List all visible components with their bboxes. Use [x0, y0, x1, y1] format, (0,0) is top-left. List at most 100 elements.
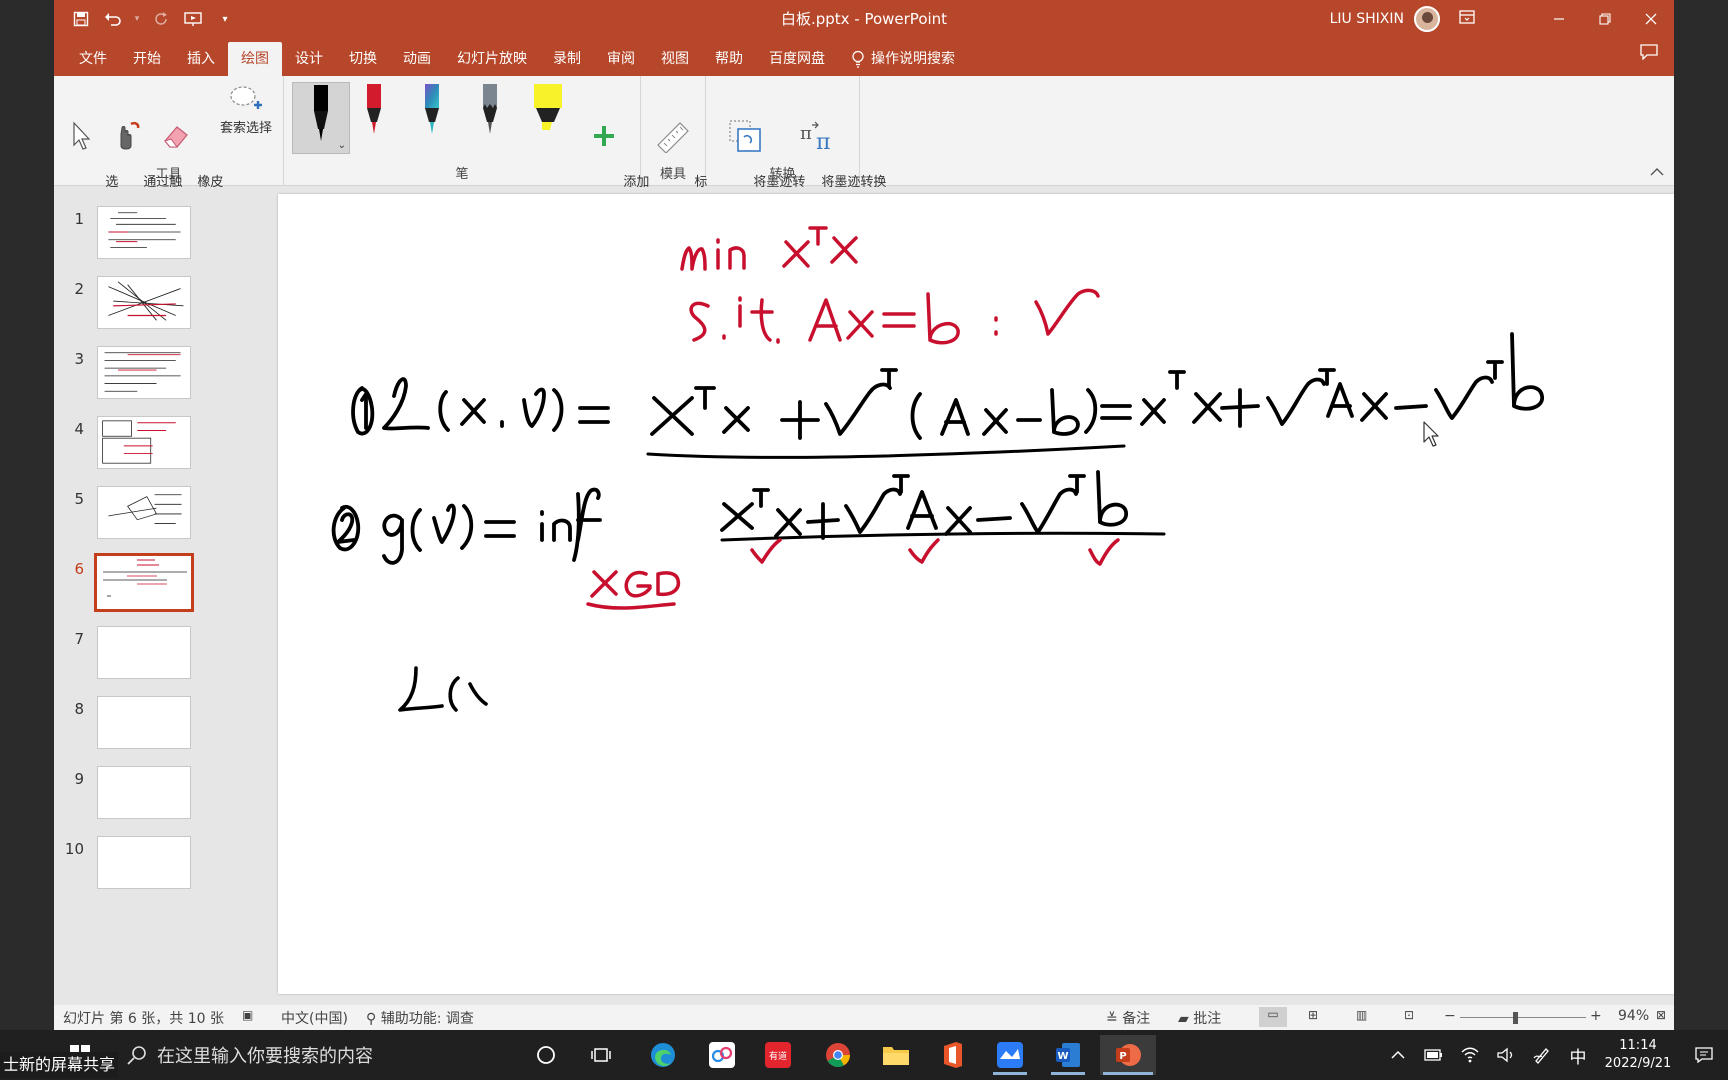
taskbar-powerpoint-active[interactable]: P: [1100, 1035, 1156, 1075]
tab-draw[interactable]: 绘图: [228, 42, 282, 76]
pen-options-chevron-icon[interactable]: ⌄: [338, 140, 346, 151]
battery-indicator[interactable]: [1416, 1048, 1452, 1062]
language-indicator[interactable]: 中文(中国): [281, 1008, 348, 1028]
avatar[interactable]: [1414, 6, 1440, 32]
tab-help[interactable]: 帮助: [702, 42, 756, 76]
normal-view-button[interactable]: ▭: [1259, 1007, 1287, 1027]
thumbnail-slide-4[interactable]: 4: [54, 414, 204, 484]
active-indicator: [1103, 1072, 1153, 1075]
taskbar-file-explorer[interactable]: [876, 1035, 916, 1075]
thumbnail-image: [97, 766, 191, 819]
thumbnail-slide-3[interactable]: 3: [54, 344, 204, 414]
speaker-icon: [1497, 1047, 1513, 1063]
accessibility-icon: ⚲: [366, 1011, 377, 1027]
ime-indicator[interactable]: 中: [1560, 1043, 1596, 1068]
tab-baidu-netdisk[interactable]: 百度网盘: [756, 42, 838, 76]
tab-record[interactable]: 录制: [540, 42, 594, 76]
thumbnail-image: [97, 626, 191, 679]
pen-gray[interactable]: [468, 82, 512, 148]
taskbar-chrome[interactable]: [818, 1035, 858, 1075]
thumbnail-slide-9[interactable]: 9: [54, 764, 204, 834]
zoom-in-button[interactable]: +: [1590, 1008, 1602, 1024]
user-name: LIU SHIXIN: [1329, 11, 1404, 27]
slide-sorter-view-button[interactable]: ⊞: [1308, 1008, 1318, 1022]
pen-workspace-icon: [1533, 1048, 1549, 1064]
slide-2-preview: [108, 281, 184, 321]
left-margin: [0, 0, 54, 1080]
thumbnail-slide-7[interactable]: 7: [54, 624, 204, 694]
slide-5-preview: [108, 494, 182, 524]
tab-animations[interactable]: 动画: [390, 42, 444, 76]
windows-taskbar: 在这里输入你要搜索的内容 有道 W P 中 11:14 2022/9/21: [0, 1030, 1728, 1080]
slide-3-preview: [104, 352, 181, 392]
lasso-select-button[interactable]: 套索选择: [214, 82, 278, 138]
taskbar-youdao[interactable]: 有道: [758, 1035, 798, 1075]
task-view-button[interactable]: [582, 1035, 622, 1075]
cortana-button[interactable]: [526, 1035, 566, 1075]
notification-center-button[interactable]: [1680, 1047, 1728, 1063]
current-slide[interactable]: [278, 194, 1674, 994]
accessibility-status[interactable]: ⚲ 辅助功能: 调查: [366, 1008, 474, 1028]
reading-view-icon: ▥: [1356, 1008, 1368, 1022]
restore-button[interactable]: [1582, 0, 1628, 38]
pen-galaxy[interactable]: [410, 82, 454, 148]
edge-icon: [651, 1043, 675, 1067]
show-hidden-icons-button[interactable]: [1380, 1050, 1416, 1060]
collapse-ribbon-button[interactable]: [1650, 166, 1664, 181]
tab-file[interactable]: 文件: [66, 42, 120, 76]
thumbnail-slide-2[interactable]: 2: [54, 274, 204, 344]
tab-transitions[interactable]: 切换: [336, 42, 390, 76]
thumbnail-slide-8[interactable]: 8: [54, 694, 204, 764]
thumbnail-slide-5[interactable]: 5: [54, 484, 204, 554]
ribbon: 选 择 通过触 摸绘制 橡皮 擦 套索选择 工具: [54, 76, 1674, 208]
spelling-check-icon[interactable]: ▣: [242, 1008, 253, 1022]
volume-indicator[interactable]: [1488, 1047, 1524, 1063]
system-tray: 中 11:14 2022/9/21: [1380, 1030, 1728, 1080]
zoom-level[interactable]: 94%: [1618, 1008, 1649, 1024]
zoom-slider[interactable]: [1460, 1017, 1586, 1018]
slideshow-view-button[interactable]: ⊡: [1404, 1008, 1414, 1022]
ink-dual-underline: [720, 531, 1166, 542]
ink-lagrangian-underline: [646, 444, 1126, 459]
pen-red[interactable]: [352, 82, 396, 148]
minimize-button[interactable]: [1536, 0, 1582, 38]
tell-me-search[interactable]: 操作说明搜索: [838, 42, 968, 76]
screen-share-label: 士新的屏幕共享: [0, 1052, 119, 1078]
tab-insert[interactable]: 插入: [174, 42, 228, 76]
taskbar-word[interactable]: W: [1048, 1035, 1088, 1075]
tab-slideshow[interactable]: 幻灯片放映: [444, 42, 540, 76]
zoom-out-button[interactable]: −: [1444, 1008, 1456, 1024]
pen-workspace-button[interactable]: [1524, 1046, 1560, 1064]
thumbnail-slide-10[interactable]: 10: [54, 834, 204, 904]
pen-black-selected[interactable]: ⌄: [292, 82, 350, 154]
taskbar-search-box[interactable]: 在这里输入你要搜索的内容: [119, 1030, 519, 1080]
close-button[interactable]: [1628, 0, 1674, 38]
thumbnail-slide-1[interactable]: 1: [54, 204, 204, 274]
ink-domain-x-in-d: [586, 570, 681, 610]
thumbnail-slide-6-active[interactable]: 6: [54, 553, 204, 624]
tab-design[interactable]: 设计: [282, 42, 336, 76]
taskbar-edge[interactable]: [643, 1035, 683, 1075]
tab-view[interactable]: 视图: [648, 42, 702, 76]
zoom-slider-thumb[interactable]: [1513, 1012, 1518, 1024]
tab-review[interactable]: 审阅: [594, 42, 648, 76]
mouse-cursor-icon: [1423, 421, 1439, 447]
ribbon-display-options-button[interactable]: [1450, 10, 1484, 28]
taskbar-office[interactable]: [933, 1035, 973, 1075]
taskbar-tencent-meeting[interactable]: [990, 1035, 1030, 1075]
comments-button[interactable]: ▰ 批注: [1178, 1008, 1221, 1028]
comment-icon: [1640, 44, 1658, 61]
taskbar-clock[interactable]: 11:14 2022/9/21: [1596, 1037, 1680, 1073]
notes-button[interactable]: ≚ 备注: [1106, 1008, 1150, 1028]
network-indicator[interactable]: [1452, 1047, 1488, 1063]
tab-home[interactable]: 开始: [120, 42, 174, 76]
account-area[interactable]: LIU SHIXIN: [1330, 0, 1484, 38]
taskbar-baidu-netdisk[interactable]: [702, 1035, 742, 1075]
search-icon: [127, 1046, 146, 1065]
comments-pane-button[interactable]: [1640, 44, 1658, 64]
convert-group-label: 转换: [769, 167, 796, 182]
touch-draw-icon: [120, 121, 140, 150]
highlighter-yellow[interactable]: [526, 82, 570, 148]
fit-to-window-button[interactable]: ⊠: [1656, 1008, 1666, 1022]
reading-view-button[interactable]: ▥: [1356, 1008, 1367, 1022]
